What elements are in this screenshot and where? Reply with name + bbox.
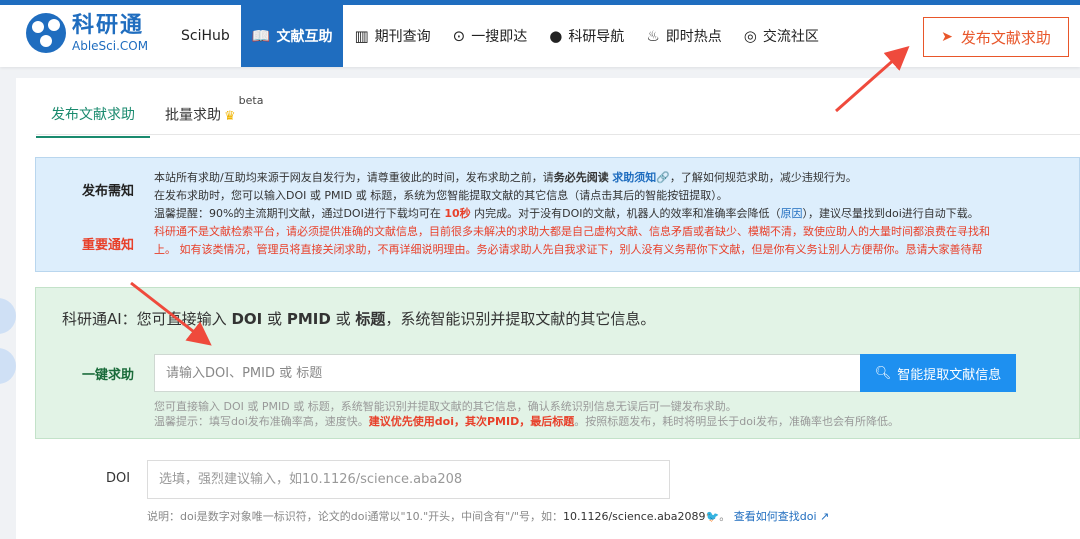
ai-title-part: PMID (286, 310, 331, 328)
smart-extract-label: 智能提取文献信息 (897, 367, 1002, 383)
nav-item-hot-topics[interactable]: ♨ 即时热点 (635, 5, 732, 67)
tab-label: 发布文献求助 (51, 107, 135, 123)
doi-label: DOI (106, 471, 131, 486)
important-label: 重要通知 (82, 238, 135, 253)
search-icon: 🔍︎ (874, 365, 892, 381)
crown-icon: ♛ (224, 108, 236, 124)
notice-label: 发布需知 (82, 184, 135, 199)
notice-text-part: 温馨提醒：90%的主流期刊文献，通过DOI进行下载均可在 (154, 207, 441, 220)
site-logo[interactable]: 科研通 AbleSci.COM (26, 13, 148, 53)
tab-bar: 发布文献求助 批量求助 ♛beta (36, 94, 278, 138)
nav-label: 文献互助 (276, 29, 333, 45)
nav-item-research-nav[interactable]: ● 科研导航 (538, 5, 635, 67)
one-click-label: 一键求助 (82, 368, 135, 383)
ai-title-part: 或 (335, 310, 351, 328)
main-nav: SciHub 📖 文献互助 ▥ 期刊查询 ⊙ 一搜即达 ● 科研导航 ♨ 即时热点 ◎ 交流… (170, 5, 830, 67)
doi-example: 10.1126/science.aba2089 (562, 510, 706, 523)
book-icon: 📖 (251, 27, 271, 45)
tab-divider (36, 134, 1080, 135)
ai-hint-part: 温馨提示：填写doi发布准确率高，速度快。 (154, 415, 369, 428)
ai-hint-part: 。按照标题发布，耗时将明显长于doi发布，准确率也会有所降低。 (574, 415, 899, 428)
notice-text: 本站所有求助/互助均来源于网友自发行为，请尊重彼此的时间，发布求助之前，请务必先… (154, 169, 1080, 259)
notice-line: 在发布求助时，您可以输入DOI 或 PMID 或 标题，系统为您智能提取文献的其… (154, 189, 728, 202)
help-guide-link[interactable]: 求助须知🔗 (612, 171, 670, 184)
nav-label: 即时热点 (665, 29, 722, 45)
nav-label: SciHub (181, 28, 230, 44)
globe-icon: ● (549, 27, 563, 45)
nav-item-literature-help[interactable]: 📖 文献互助 (240, 5, 344, 67)
nav-label: 期刊查询 (374, 29, 431, 45)
ai-title-part: 或 (267, 310, 283, 328)
ai-hint-emphasis: 建议优先使用doi，其次PMID，最后标题 (368, 415, 575, 428)
ai-title-part: DOI (231, 310, 263, 328)
notice-text-part: 内完成。对于没有DOI的文献，机器人的效率和准确率会降低（ (474, 207, 781, 220)
link-label: 查看如何查找doi (733, 510, 817, 523)
fire-icon: ♨ (646, 27, 660, 45)
external-link-icon: ↗ (820, 510, 830, 523)
ai-extract-panel: 科研通AI：您可直接输入 DOI 或 PMID 或 标题，系统智能识别并提取文献… (35, 287, 1080, 439)
logo-name-en: AbleSci.COM (72, 39, 149, 53)
send-icon: ➤ (941, 29, 953, 45)
doi-input[interactable] (147, 460, 670, 499)
notice-text-part: 本站所有求助/互助均来源于网友自发行为，请尊重彼此的时间，发布求助之前，请 (154, 171, 554, 184)
search-icon: ⊙ (452, 27, 466, 45)
ai-title-part: ，系统智能识别并提取文献的其它信息。 (385, 310, 656, 328)
nav-label: 交流社区 (762, 29, 819, 45)
notice-warning-line: 上。 如有该类情况，管理员将直接关闭求助，不再详细说明理由。务必请求助人先自我求… (154, 243, 983, 256)
notice-warning-line: 科研通不是文献检索平台，请必须提供准确的文献信息，目前很多未解决的求助大都是自己… (154, 225, 990, 238)
notice-emphasis: 务必先阅读 (553, 171, 609, 184)
top-header: 科研通 AbleSci.COM SciHub 📖 文献互助 ▥ 期刊查询 ⊙ 一搜即达… (0, 0, 1080, 67)
tab-batch-request[interactable]: 批量求助 ♛beta (150, 94, 278, 138)
tab-label: 批量求助 (165, 107, 221, 124)
nav-item-community[interactable]: ◎ 交流社区 (733, 5, 830, 67)
main-content: 发布文献求助 批量求助 ♛beta 发布需知 重要通知 本站所有求助/互助均来源于… (16, 78, 1080, 539)
nav-label: 科研导航 (568, 29, 625, 45)
ai-hint: 您可直接输入 DOI 或 PMID 或 标题，系统智能识别并提取文献的其它信息，… (154, 399, 899, 429)
side-float-button[interactable] (0, 298, 16, 334)
chat-icon: ◎ (743, 27, 757, 45)
smart-extract-button[interactable]: 🔍︎ 智能提取文献信息 (860, 354, 1016, 392)
ai-hint-line: 您可直接输入 DOI 或 PMID 或 标题，系统智能识别并提取文献的其它信息，… (154, 400, 737, 413)
notice-text-part: ，了解如何规范求助，减少违规行为。 (669, 171, 857, 184)
notice-emphasis: 10秒 (444, 207, 471, 220)
doi-hint-text: 说明：doi是数字对象唯一标识符，论文的doi通常以"10."开头，中间含有"/… (147, 510, 563, 523)
nav-item-quick-search[interactable]: ⊙ 一搜即达 (442, 5, 539, 67)
ai-panel-title: 科研通AI：您可直接输入 DOI 或 PMID 或 标题，系统智能识别并提取文献… (62, 308, 655, 329)
nav-item-scihub[interactable]: SciHub (170, 5, 241, 67)
side-float-button[interactable] (0, 348, 16, 384)
nav-item-journal-query[interactable]: ▥ 期刊查询 (343, 5, 441, 67)
how-to-find-doi-link[interactable]: 查看如何查找doi ↗ (734, 510, 830, 523)
ai-title-part: 科研通AI：您可直接输入 (62, 310, 227, 328)
logo-name-cn: 科研通 (72, 13, 145, 38)
nav-label: 一搜即达 (471, 29, 528, 45)
bird-icon: 🐦 (705, 510, 720, 523)
publish-request-button[interactable]: ➤ 发布文献求助 (923, 17, 1069, 57)
reason-link[interactable]: 原因 (781, 207, 803, 220)
ai-title-part: 标题 (355, 310, 386, 328)
beta-badge: beta (238, 94, 264, 107)
publish-label: 发布文献求助 (960, 28, 1051, 47)
notice-text-part: ），建议尽量找到doi进行自动下载。 (802, 207, 979, 220)
tab-publish-request[interactable]: 发布文献求助 (36, 96, 150, 138)
notice-panel: 发布需知 重要通知 本站所有求助/互助均来源于网友自发行为，请尊重彼此的时间，发… (35, 157, 1080, 272)
doi-hint: 说明：doi是数字对象唯一标识符，论文的doi通常以"10."开头，中间含有"/… (147, 510, 830, 523)
ai-query-input[interactable] (154, 354, 861, 392)
logo-mark-icon (26, 13, 66, 53)
journal-icon: ▥ (354, 27, 369, 45)
